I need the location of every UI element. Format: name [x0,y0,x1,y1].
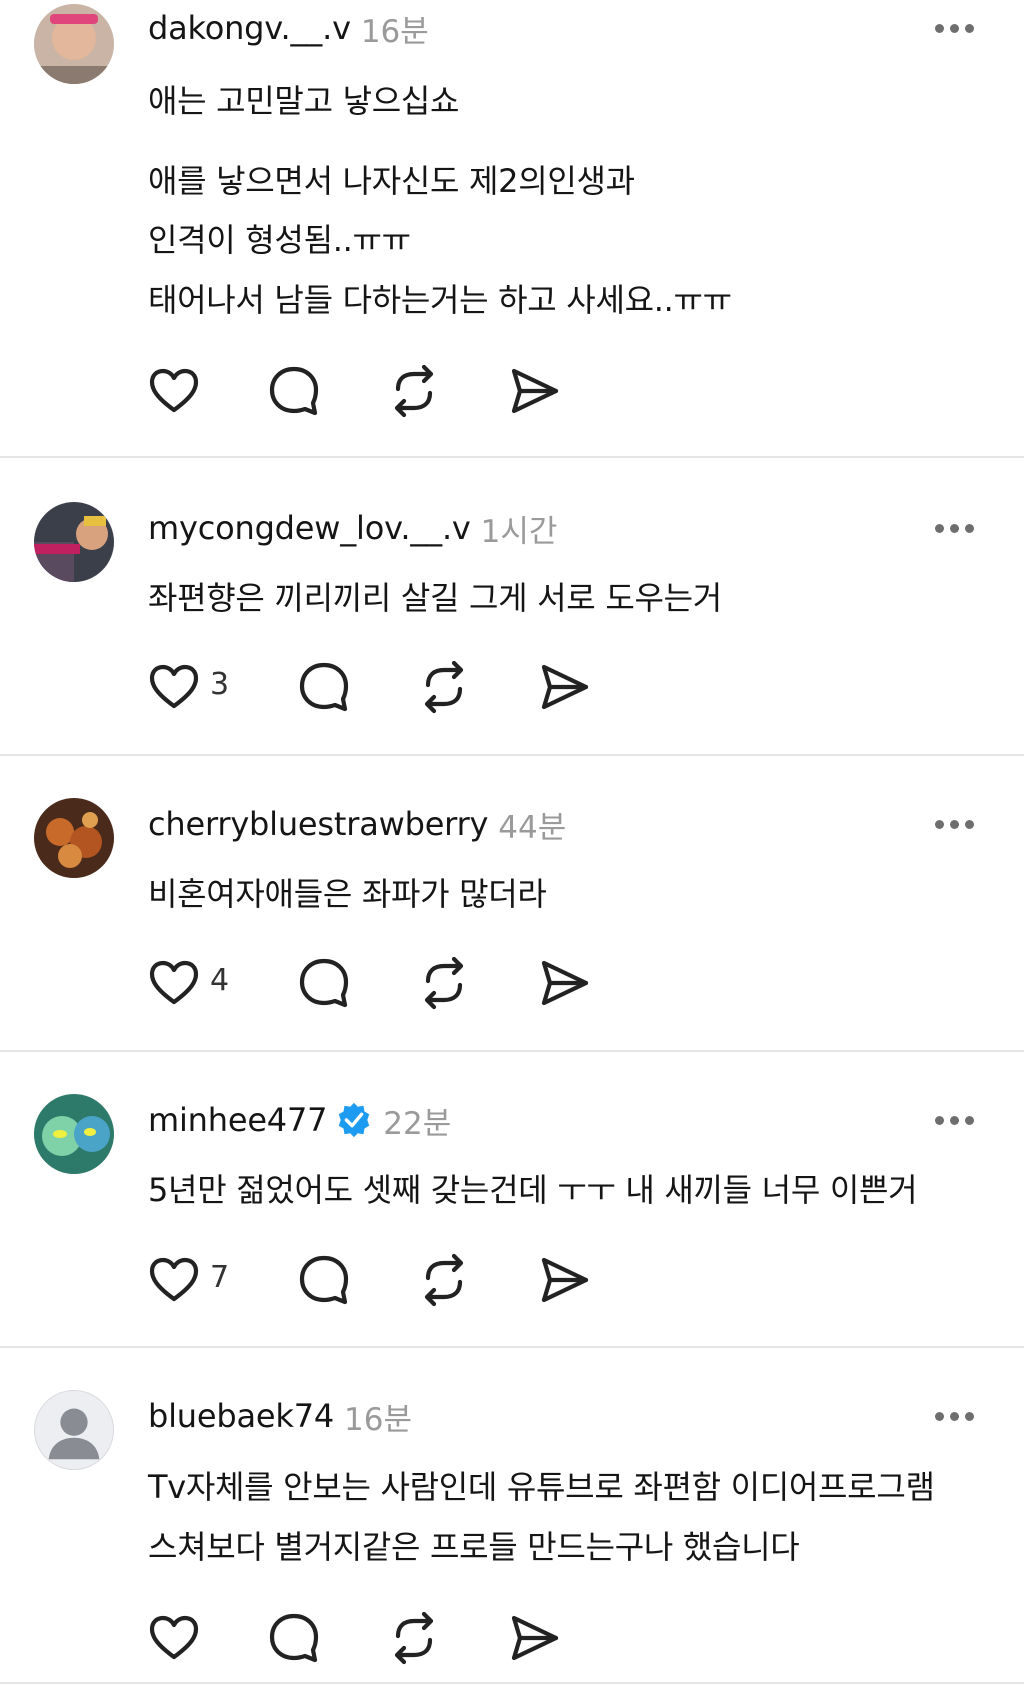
username[interactable]: cherrybluestrawberry [148,805,488,843]
timestamp: 1시간 [480,513,558,550]
comment-text-line: 인격이 형성됨..ㅠㅠ [148,221,411,259]
repost-icon[interactable] [416,1252,472,1308]
more-dots-icon[interactable] [930,1110,980,1130]
send-icon[interactable] [536,955,592,1011]
divider [0,1682,1024,1684]
repost-icon[interactable] [416,955,472,1011]
send-icon[interactable] [536,1252,592,1308]
comment-bubble-icon[interactable] [266,1610,322,1666]
heart-icon[interactable] [146,1610,202,1666]
avatar[interactable] [34,1094,114,1174]
repost-icon[interactable] [386,363,442,419]
timestamp: 16분 [344,1401,413,1438]
divider [0,1346,1024,1348]
avatar[interactable] [34,798,114,878]
like-count: 3 [210,667,230,702]
comment-bubble-icon[interactable] [266,363,322,419]
comment-bubble-icon[interactable] [296,955,352,1011]
divider [0,754,1024,756]
send-icon[interactable] [506,1610,562,1666]
repost-icon[interactable] [416,659,472,715]
divider [0,1050,1024,1052]
comment-text-line: 애는 고민말고 낳으십쇼 [148,82,460,120]
username[interactable]: bluebaek74 [148,1397,334,1435]
action-bar: 3 [146,659,846,715]
comment-text-line: Tv자체를 안보는 사람인데 유튜브로 좌편함 이디어프로그램 [148,1468,935,1506]
timestamp: 44분 [498,809,567,846]
verified-badge-icon [335,1101,373,1139]
more-dots-icon[interactable] [930,518,980,538]
comment-text-line: 좌편향은 끼리끼리 살길 그게 서로 도우는거 [148,579,722,617]
heart-icon[interactable] [146,1252,202,1308]
heart-icon[interactable] [146,955,202,1011]
timestamp: 22분 [383,1105,452,1142]
action-bar: 4 [146,955,846,1011]
comment-bubble-icon[interactable] [296,1252,352,1308]
more-dots-icon[interactable] [930,1406,980,1426]
action-bar: 7 [146,1252,846,1308]
repost-icon[interactable] [386,1610,442,1666]
more-dots-icon[interactable] [930,18,980,38]
send-icon[interactable] [506,363,562,419]
action-bar [146,1610,846,1666]
action-bar [146,363,846,419]
divider [0,456,1024,458]
avatar[interactable] [34,502,114,582]
avatar[interactable] [34,4,114,84]
comment-text-line: 스쳐보다 별거지같은 프로들 만드는구나 했습니다 [148,1528,800,1566]
comment-text-line: 비혼여자애들은 좌파가 많더라 [148,875,547,913]
comment-bubble-icon[interactable] [296,659,352,715]
heart-icon[interactable] [146,659,202,715]
timestamp: 16분 [360,13,429,50]
send-icon[interactable] [536,659,592,715]
more-dots-icon[interactable] [930,814,980,834]
heart-icon[interactable] [146,363,202,419]
like-count: 7 [210,1260,230,1295]
username[interactable]: mycongdew_lov.__.v [148,509,471,547]
like-count: 4 [210,963,230,998]
username[interactable]: minhee477 [148,1101,327,1139]
comment-text-line: 애를 낳으면서 나자신도 제2의인생과 [148,162,635,200]
username[interactable]: dakongv.__.v [148,9,351,47]
comment-text-line: 태어나서 남들 다하는거는 하고 사세요..ㅠㅠ [148,281,732,319]
avatar[interactable] [34,1390,114,1470]
comment-text-line: 5년만 젊었어도 셋째 갖는건데 ㅜㅜ 내 새끼들 너무 이쁜거 [148,1171,918,1209]
